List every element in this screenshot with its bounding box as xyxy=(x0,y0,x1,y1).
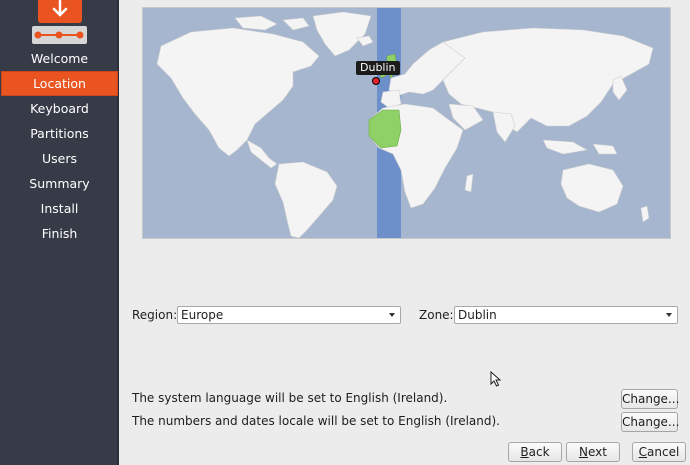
timezone-map[interactable] xyxy=(142,7,671,239)
cancel-label: ancel xyxy=(647,445,680,459)
download-icon xyxy=(38,0,82,23)
back-label: ack xyxy=(528,445,550,459)
installer-window: Welcome Location Keyboard Partitions Use… xyxy=(0,0,690,465)
sidebar-item-install: Install xyxy=(40,201,79,216)
zone-label: Zone: xyxy=(419,308,454,322)
mouse-cursor-icon xyxy=(490,371,502,387)
zone-select[interactable]: Dublin xyxy=(454,306,678,324)
city-tooltip: Dublin xyxy=(356,61,400,75)
change-locale-button[interactable]: Change... xyxy=(621,412,679,432)
sidebar-item-keyboard: Keyboard xyxy=(30,101,89,116)
sidebar-item-finish: Finish xyxy=(41,226,78,241)
numbers-locale-text: The numbers and dates locale will be set… xyxy=(132,414,500,428)
region-select[interactable]: Europe xyxy=(177,306,401,324)
zone-select-value: Dublin xyxy=(458,308,497,322)
region-label: Region: xyxy=(132,308,178,322)
next-mnemonic: N xyxy=(579,445,588,459)
sidebar-item-location: Location xyxy=(1,71,118,96)
next-button[interactable]: Next xyxy=(566,442,620,462)
sidebar-item-summary: Summary xyxy=(29,176,90,191)
sidebar-item-users: Users xyxy=(41,151,77,166)
next-label: ext xyxy=(588,445,607,459)
region-select-value: Europe xyxy=(181,308,224,322)
back-button[interactable]: Back xyxy=(508,442,562,462)
change-language-button[interactable]: Change... xyxy=(621,389,679,409)
progress-steps-icon xyxy=(32,26,87,44)
back-mnemonic: B xyxy=(520,445,529,459)
sidebar-item-partitions: Partitions xyxy=(30,126,89,141)
cancel-button[interactable]: Cancel xyxy=(632,442,686,462)
sidebar-item-welcome: Welcome xyxy=(30,51,89,66)
sidebar: Welcome Location Keyboard Partitions Use… xyxy=(0,0,119,465)
sidebar-nav: Welcome Location Keyboard Partitions Use… xyxy=(0,46,119,246)
cancel-mnemonic: C xyxy=(638,445,648,459)
chevron-down-icon xyxy=(389,313,395,317)
chevron-down-icon xyxy=(666,313,672,317)
location-pin-icon xyxy=(372,77,380,85)
system-language-text: The system language will be set to Engli… xyxy=(132,391,448,405)
